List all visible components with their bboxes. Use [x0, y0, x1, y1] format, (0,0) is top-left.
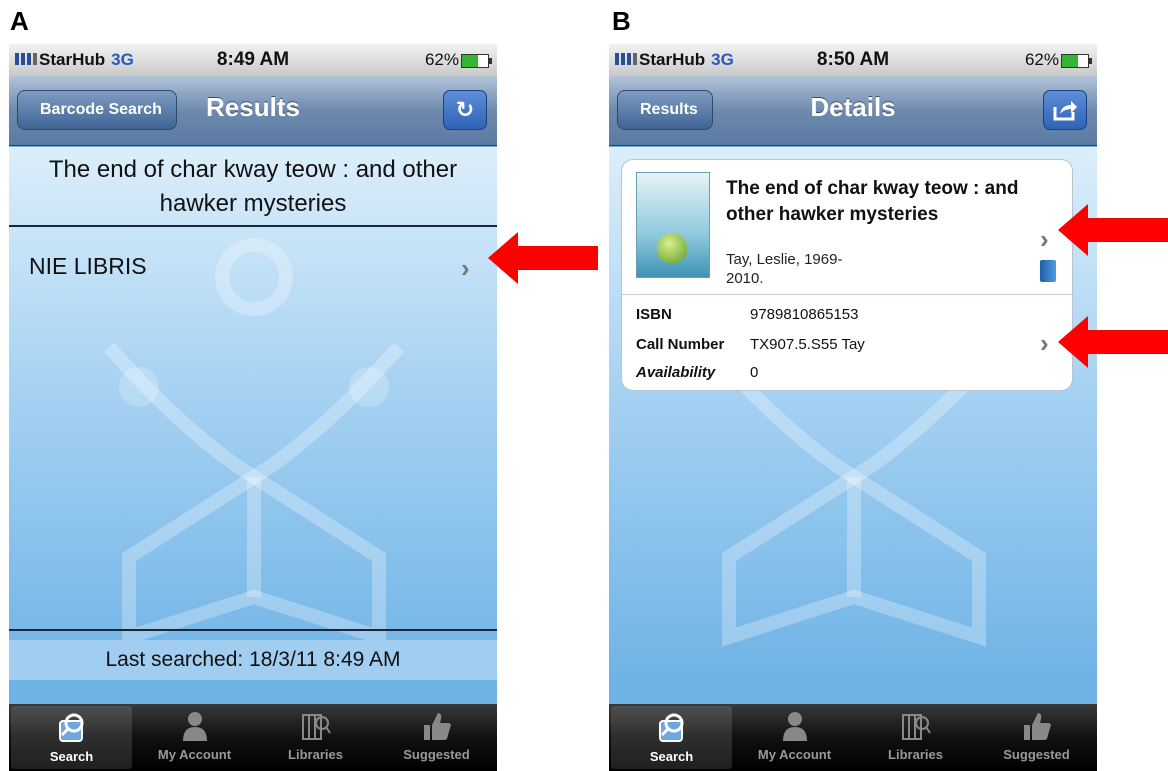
- tab-search[interactable]: Search: [611, 706, 732, 769]
- book-title[interactable]: The end of char kway teow : and other ha…: [726, 176, 1062, 228]
- book-author: Tay, Leslie, 1969- 2010.: [726, 251, 843, 287]
- phone-screen-details: StarHub 3G 8:50 AM 62% Results Details Th…: [609, 44, 1097, 771]
- battery: 62%: [424, 50, 492, 70]
- tab-label: Search: [49, 749, 94, 764]
- nav-title: Results: [206, 92, 300, 122]
- field-label: Call Number: [636, 336, 725, 353]
- field-value: 0: [750, 364, 759, 381]
- panel-label-b: B: [612, 6, 631, 36]
- tab-label: Libraries: [888, 747, 943, 762]
- divider: [622, 294, 1072, 295]
- search-icon: [658, 713, 683, 742]
- panel-label-a: A: [10, 6, 29, 36]
- tab-label: Libraries: [288, 747, 343, 762]
- battery-percent: 62%: [424, 50, 459, 69]
- person-icon: [782, 712, 807, 741]
- share-button[interactable]: [1043, 90, 1087, 130]
- field-value: 9789810865153: [750, 306, 859, 323]
- battery-icon: [1061, 53, 1092, 68]
- battery-icon: [461, 53, 492, 68]
- navigation-bar: Results Details: [609, 76, 1097, 146]
- annotation-arrow-left-icon: [1058, 316, 1168, 368]
- tab-label: Suggested: [1003, 747, 1070, 762]
- thumbs-up-icon: [1023, 713, 1051, 740]
- tab-my-account[interactable]: My Account: [134, 704, 255, 771]
- tab-label: Suggested: [403, 747, 470, 762]
- field-value: TX907.5.S55 Tay: [750, 336, 865, 353]
- details-content: The end of char kway teow : and other ha…: [609, 147, 1097, 680]
- source-name: NIE LIBRIS: [29, 253, 147, 279]
- chevron-right-icon: ›: [461, 253, 470, 283]
- chevron-right-icon: ›: [1040, 328, 1049, 358]
- person-icon: [182, 712, 207, 741]
- status-time: 8:49 AM: [216, 49, 290, 70]
- search-query-heading: The end of char kway teow : and other ha…: [48, 156, 458, 217]
- library-icon: [301, 714, 331, 740]
- battery: 62%: [1024, 50, 1092, 70]
- status-bar: StarHub 3G 8:50 AM 62%: [609, 44, 1097, 76]
- tab-suggested[interactable]: Suggested: [376, 704, 497, 771]
- refresh-button[interactable]: ↻: [443, 90, 487, 130]
- tab-bar: Search My Account Libraries Suggested: [9, 704, 497, 771]
- status-bar: StarHub 3G 8:49 AM 62%: [9, 44, 497, 76]
- list-item-source[interactable]: NIE LIBRIS ›: [9, 245, 497, 293]
- battery-percent: 62%: [1024, 50, 1059, 69]
- tab-libraries[interactable]: Libraries: [255, 704, 376, 771]
- navigation-bar: Barcode Search Results ↻: [9, 76, 497, 146]
- annotation-arrow-left-icon: [1058, 204, 1168, 256]
- field-isbn: ISBN 9789810865153: [636, 306, 1066, 328]
- tab-label: My Account: [757, 747, 832, 762]
- book-details-card: The end of char kway teow : and other ha…: [621, 159, 1073, 391]
- divider: [9, 225, 497, 227]
- field-availability: Availability 0: [636, 364, 1066, 386]
- tab-bar: Search My Account Libraries Suggested: [609, 704, 1097, 771]
- library-logo-watermark-icon: [103, 238, 405, 647]
- search-icon: [58, 713, 83, 742]
- field-call-number[interactable]: Call Number TX907.5.S55 Tay ›: [636, 330, 1066, 358]
- results-content: The end of char kway teow : and other ha…: [9, 147, 497, 680]
- book-icon: [1040, 260, 1056, 282]
- thumbs-up-icon: [423, 713, 451, 740]
- tab-my-account[interactable]: My Account: [734, 704, 855, 771]
- tab-libraries[interactable]: Libraries: [855, 704, 976, 771]
- tab-label: My Account: [157, 747, 232, 762]
- phone-screen-results: StarHub 3G 8:49 AM 62% Barcode Search Res…: [9, 44, 497, 771]
- tab-label: Search: [649, 749, 694, 764]
- book-cover-image: [636, 172, 710, 278]
- share-icon: [1053, 101, 1077, 121]
- status-time: 8:50 AM: [816, 49, 890, 70]
- refresh-icon: ↻: [455, 97, 475, 122]
- last-searched-label: Last searched: 18/3/11 8:49 AM: [9, 640, 497, 680]
- annotation-arrow-left-icon: [488, 232, 598, 284]
- tab-suggested[interactable]: Suggested: [976, 704, 1097, 771]
- field-label: Availability: [636, 364, 716, 381]
- divider: [9, 629, 497, 631]
- library-icon: [901, 714, 931, 740]
- chevron-right-icon[interactable]: ›: [1040, 226, 1049, 252]
- field-label: ISBN: [636, 306, 672, 323]
- nav-title: Details: [810, 92, 896, 122]
- tab-search[interactable]: Search: [11, 706, 132, 769]
